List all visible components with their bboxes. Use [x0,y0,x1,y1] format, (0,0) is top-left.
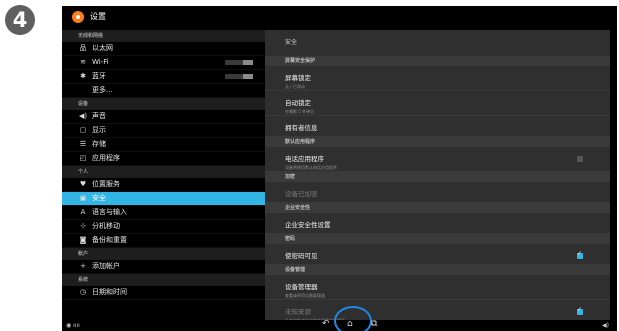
sidebar-item-label: 声音 [92,112,106,120]
sidebar-item[interactable]: ⊹ 分机移动 [62,220,265,234]
sidebar-item-label: 备份和重置 [92,236,127,244]
location-icon: ♥ [79,180,87,188]
system-navigation-bar: ◉ ıııı ↶ ⌂ ⧉ ◀) [62,306,617,331]
content-section-header: 企业安全性 [265,203,610,213]
sidebar-item[interactable]: + 添加帐户 [62,260,265,274]
sidebar-item[interactable]: ◀) 声音 [62,110,265,124]
settings-row[interactable]: 电话应用程序设备将使用默认电话应用程序 [265,147,610,172]
toggle-switch[interactable] [225,60,253,65]
sidebar-item-label: 安全 [92,194,106,202]
home-icon[interactable]: ⌂ [347,318,353,330]
content-section-header: 默认应用程序 [265,137,610,147]
content-section-header: 加密 [265,172,610,182]
apps-icon: ◰ [79,154,87,162]
settings-app-icon [72,11,84,23]
sidebar-item-label: Wi-Fi [92,58,109,66]
sidebar-item[interactable]: ◷ 日期和时间 [62,286,265,300]
sidebar-item[interactable]: ◙ 备份和重置 [62,234,265,248]
settings-row-title: 未知来源 [285,308,311,316]
sound-icon: ◀) [78,112,88,120]
content-title: 安全 [285,39,298,46]
sidebar-item[interactable]: ◰ 应用程序 [62,152,265,166]
settings-row[interactable]: 企业安全性设置 [265,213,610,234]
system-status-icon: ◉ ıııı [66,322,80,329]
checkbox[interactable] [577,250,583,259]
sidebar-item[interactable]: ▣ 安全 [62,192,265,206]
settings-row-title: 自动锁定 [285,99,311,107]
settings-row[interactable]: 使密码可见 [265,244,610,265]
settings-row-title: 设备已加密 [285,190,318,198]
lock-icon: ▣ [79,194,87,202]
settings-row[interactable]: 自动锁定在睡眠 5 秒钟后 [265,91,610,116]
sidebar-item-label: 存储 [92,140,106,148]
storage-icon: ☰ [79,140,87,148]
add-icon: + [80,262,86,270]
settings-row-summary: 设备将使用默认电话应用程序 [285,165,337,170]
sidebar-item[interactable]: ≋ Wi-Fi [62,56,265,70]
sidebar-section-header: 帐户 [62,248,265,260]
volume-icon[interactable]: ◀) [602,320,609,331]
content-section-header: 密码 [265,234,610,244]
settings-row[interactable]: 未知来源允许安装来自未知来源的应用程序 [265,300,610,320]
sidebar-item-label: 以太网 [92,44,113,52]
sidebar-item-label: 语言与输入 [92,208,127,216]
settings-row-title: 企业安全性设置 [285,221,331,229]
clock-icon: ◷ [79,288,87,296]
settings-sidebar: 无线和网络品以太网 ≋ Wi-Fi ✱ 蓝牙 更多... 设备 ◀) 声音 ▢ 显示 ☰ 存储 ◰ 应用程序… [62,30,265,320]
sidebar-section-header: 系统 [62,274,265,286]
sidebar-item-label: 显示 [92,126,106,134]
sidebar-section-header: 无线和网络 [62,30,265,42]
settings-row-title: 屏幕锁定 [285,74,311,82]
recent-apps-icon[interactable]: ⧉ [371,318,377,330]
title-bar: 设置 [62,6,617,30]
back-icon[interactable]: ↶ [322,318,330,330]
sidebar-section-header: 个人 [62,166,265,178]
home-highlight-circle [334,306,372,331]
settings-row-title: 拥有者信息 [285,124,318,132]
sidebar-item[interactable]: ▢ 显示 [62,124,265,138]
sidebar-item-label: 应用程序 [92,154,120,162]
sidebar-item-label: 添加帐户 [92,262,120,270]
sidebar-section-header: 设备 [62,98,265,110]
backup-icon: ◙ [79,236,87,244]
sidebar-item-label: 日期和时间 [92,288,127,296]
content-section-header: 屏幕安全保护 [265,56,610,66]
sidebar-item[interactable]: ♥ 位置服务 [62,178,265,192]
checkbox[interactable] [577,156,583,162]
app-title: 设置 [90,12,106,21]
settings-row[interactable]: 设备管理器查看或停用设备管理器 [265,275,610,300]
sidebar-item-label: 更多... [92,86,113,94]
sidebar-item[interactable]: 品以太网 [62,42,265,56]
settings-row[interactable]: 拥有者信息 [265,116,610,137]
sidebar-item[interactable]: A 语言与输入 [62,206,265,220]
sidebar-item-label: 位置服务 [92,180,120,188]
tablet-screen: 设置 无线和网络品以太网 ≋ Wi-Fi ✱ 蓝牙 更多... 设备 ◀) 声音 ▢ 显示 ☰ 存储 ◰ 应… [62,6,617,331]
settings-row-summary: 查看或停用设备管理器 [285,293,325,298]
sidebar-item[interactable]: ✱ 蓝牙 [62,70,265,84]
display-icon: ▢ [79,126,87,134]
sidebar-item[interactable]: 更多... [62,84,265,98]
settings-row-title: 设备管理器 [285,283,318,291]
settings-row[interactable]: 屏幕锁定无 / 已滑动 [265,66,610,91]
bluetooth-icon: ✱ [80,72,86,80]
ethernet-icon: 品 [79,44,87,52]
settings-row-summary: 在睡眠 5 秒钟后 [285,109,315,114]
language-icon: A [80,208,86,216]
settings-row[interactable]: 设备已加密 [265,182,610,203]
checkbox[interactable] [577,306,583,315]
toggle-switch[interactable] [225,74,253,79]
sidebar-item-label: 分机移动 [92,222,120,230]
settings-row-summary: 无 / 已滑动 [285,84,305,89]
wifi-icon: ≋ [80,58,86,66]
step-number-badge: 4 [5,5,35,35]
security-content-panel: 安全 屏幕安全保护屏幕锁定无 / 已滑动自动锁定在睡眠 5 秒钟后 拥有者信息默认… [265,30,610,320]
content-section-header: 设备管理 [265,265,610,275]
settings-row-title: 使密码可见 [285,252,318,260]
sidebar-item[interactable]: ☰ 存储 [62,138,265,152]
settings-row-title: 电话应用程序 [285,155,324,163]
mobile-split-icon: ⊹ [80,222,86,230]
sidebar-item-label: 蓝牙 [92,72,106,80]
